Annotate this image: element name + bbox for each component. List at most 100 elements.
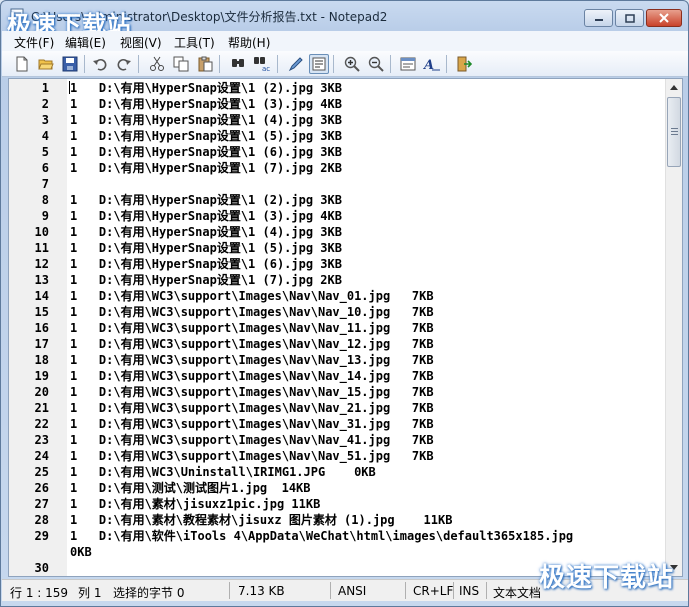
wordwrap-button[interactable] — [309, 54, 329, 74]
line-number: 26 — [34, 481, 49, 495]
editor-line: 18 1 D:\有用\WC3\support\Images\Nav\Nav_13.… — [9, 352, 667, 368]
find-button[interactable] — [228, 54, 248, 74]
pen-icon — [288, 57, 303, 72]
goto-button[interactable] — [286, 54, 306, 74]
new-button[interactable] — [12, 54, 32, 74]
open-button[interactable] — [36, 54, 56, 74]
close-icon — [659, 13, 669, 23]
line-number: 25 — [34, 465, 49, 479]
toolbar: ac A — [2, 51, 688, 77]
line-number: 22 — [34, 417, 49, 431]
vertical-scrollbar[interactable] — [665, 79, 682, 576]
line-number: 9 — [41, 209, 49, 223]
editor-line: 8 1 D:\有用\HyperSnap设置\1 (2).jpg 3KB — [9, 192, 667, 208]
maximize-icon — [624, 13, 635, 23]
line-number: 2 — [41, 97, 49, 111]
editor-line: 23 1 D:\有用\WC3\support\Images\Nav\Nav_41.… — [9, 432, 667, 448]
editor-line: 1 1 D:\有用\HyperSnap设置\1 (2).jpg 3KB — [9, 80, 667, 96]
replace-button[interactable]: ac — [252, 54, 272, 74]
exit-icon — [457, 56, 472, 72]
line-number: 27 — [34, 497, 49, 511]
minimize-button[interactable] — [584, 9, 613, 27]
save-icon — [62, 56, 78, 72]
line-text: 1 D:\有用\WC3\support\Images\Nav\Nav_51.jp… — [70, 449, 434, 463]
line-number: 18 — [34, 353, 49, 367]
line-text: 1 D:\有用\素材\jisuxz1pic.jpg 11KB — [70, 497, 321, 511]
line-text: 1 D:\有用\HyperSnap设置\1 (5).jpg 3KB — [70, 241, 342, 255]
cut-icon — [150, 56, 164, 71]
editor-line: 12 1 D:\有用\HyperSnap设置\1 (6).jpg 3KB — [9, 256, 667, 272]
editor-line: 14 1 D:\有用\WC3\support\Images\Nav\Nav_01.… — [9, 288, 667, 304]
editor-line: 6 1 D:\有用\HyperSnap设置\1 (7).jpg 2KB — [9, 160, 667, 176]
title-bar[interactable]: C:\Users\Administrator\Desktop\文件分析报告.tx… — [1, 1, 688, 39]
menu-help[interactable]: 帮助(H) — [228, 34, 270, 51]
copy-button[interactable] — [171, 54, 191, 74]
maximize-button[interactable] — [615, 9, 644, 27]
editor-line: 9 1 D:\有用\HyperSnap设置\1 (3).jpg 4KB — [9, 208, 667, 224]
status-selection: 选择的字节 0 — [113, 586, 185, 600]
line-text: 1 D:\有用\HyperSnap设置\1 (4).jpg 3KB — [70, 225, 342, 239]
cut-button[interactable] — [147, 54, 167, 74]
replace-icon: ac — [254, 57, 270, 72]
status-column: 列 1 — [78, 586, 102, 600]
line-number: 12 — [34, 257, 49, 271]
line-number: 23 — [34, 433, 49, 447]
line-number: 6 — [41, 161, 49, 175]
redo-icon — [117, 59, 131, 71]
scheme-button[interactable] — [398, 54, 418, 74]
scheme-icon — [400, 57, 416, 71]
editor-line: 27 1 D:\有用\素材\jisuxz1pic.jpg 11KB — [9, 496, 667, 512]
line-number: 7 — [41, 177, 49, 191]
line-text: 1 D:\有用\HyperSnap设置\1 (3).jpg 4KB — [70, 97, 342, 111]
line-text: 1 D:\有用\HyperSnap设置\1 (7).jpg 2KB — [70, 161, 342, 175]
editor-line: 4 1 D:\有用\HyperSnap设置\1 (5).jpg 3KB — [9, 128, 667, 144]
line-text: 1 D:\有用\素材\教程素材\jisuxz 图片素材 (1).jpg 11KB — [70, 513, 453, 527]
menu-file[interactable]: 文件(F) — [14, 34, 54, 51]
undo-button[interactable] — [90, 54, 110, 74]
editor-lines: 1 1 D:\有用\HyperSnap设置\1 (2).jpg 3KB 2 1 D:\… — [9, 80, 667, 576]
redo-button[interactable] — [114, 54, 134, 74]
line-number: 1 — [41, 81, 49, 95]
exit-button[interactable] — [454, 54, 474, 74]
line-text: 1 D:\有用\WC3\support\Images\Nav\Nav_12.jp… — [70, 337, 434, 351]
status-line-ending[interactable]: CR+LF — [413, 584, 453, 598]
menu-bar: 文件(F) 编辑(E) 视图(V) 工具(T) 帮助(H) — [2, 31, 688, 51]
line-number: 20 — [34, 385, 49, 399]
line-number: 17 — [34, 337, 49, 351]
menu-tools[interactable]: 工具(T) — [174, 34, 215, 51]
watermark-logo-bottom: 极速下载站 — [538, 563, 674, 593]
line-number: 11 — [34, 241, 49, 255]
line-text: 1 D:\有用\WC3\support\Images\Nav\Nav_11.jp… — [70, 321, 434, 335]
zoom-in-icon — [344, 56, 360, 72]
menu-edit[interactable]: 编辑(E) — [65, 34, 106, 51]
line-text: 1 D:\有用\WC3\support\Images\Nav\Nav_01.jp… — [70, 289, 434, 303]
line-text: 1 D:\有用\HyperSnap设置\1 (2).jpg 3KB — [70, 81, 342, 95]
line-number: 10 — [34, 225, 49, 239]
editor-line: 24 1 D:\有用\WC3\support\Images\Nav\Nav_51.… — [9, 448, 667, 464]
line-text: 1 D:\有用\HyperSnap设置\1 (6).jpg 3KB — [70, 257, 342, 271]
save-button[interactable] — [60, 54, 80, 74]
editor-line: 22 1 D:\有用\WC3\support\Images\Nav\Nav_31.… — [9, 416, 667, 432]
editor-line: 19 1 D:\有用\WC3\support\Images\Nav\Nav_14.… — [9, 368, 667, 384]
zoom-out-button[interactable] — [366, 54, 386, 74]
text-editor[interactable]: 1 1 D:\有用\HyperSnap设置\1 (2).jpg 3KB 2 1 D:\… — [8, 78, 683, 577]
menu-view[interactable]: 视图(V) — [120, 34, 162, 51]
zoom-in-button[interactable] — [342, 54, 362, 74]
status-encoding[interactable]: ANSI — [338, 584, 366, 598]
editor-line: 25 1 D:\有用\WC3\Uninstall\IRIMG1.JPG 0KB — [9, 464, 667, 480]
scroll-up-button[interactable] — [666, 79, 682, 96]
status-scheme[interactable]: 文本文档 — [493, 584, 541, 601]
new-icon — [16, 56, 28, 72]
minimize-icon — [594, 19, 603, 21]
line-number: 19 — [34, 369, 49, 383]
paste-button[interactable] — [195, 54, 215, 74]
line-text: 1 D:\有用\测试\测试图片1.jpg 14KB — [70, 481, 311, 495]
line-text: 1 D:\有用\HyperSnap设置\1 (2).jpg 3KB — [70, 193, 342, 207]
editor-line: 15 1 D:\有用\WC3\support\Images\Nav\Nav_10.… — [9, 304, 667, 320]
paste-icon — [198, 56, 213, 72]
line-text: 1 D:\有用\WC3\support\Images\Nav\Nav_15.jp… — [70, 385, 434, 399]
close-button[interactable] — [646, 9, 682, 27]
status-file-size: 7.13 KB — [238, 584, 285, 598]
font-button[interactable]: A — [422, 54, 442, 74]
scroll-thumb[interactable] — [667, 97, 681, 167]
